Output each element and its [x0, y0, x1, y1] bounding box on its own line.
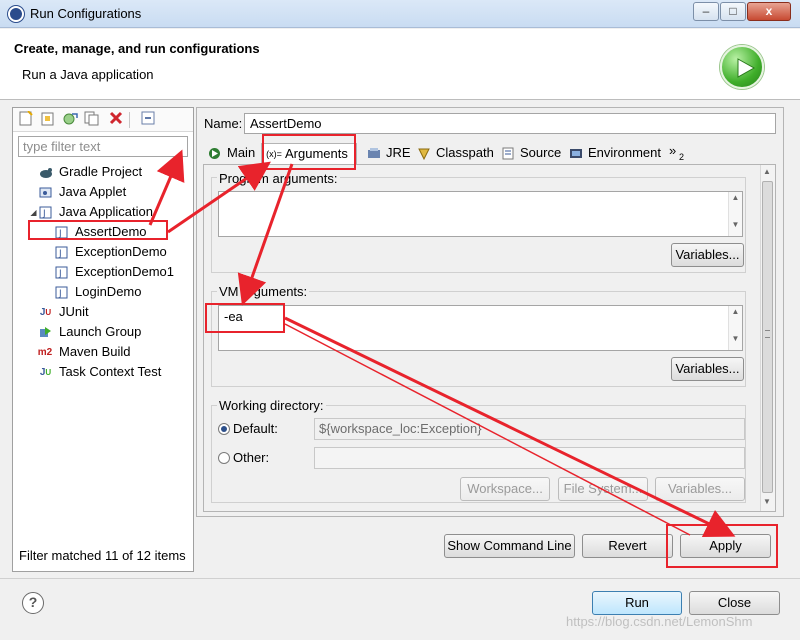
- annotation-arrow: [284, 323, 691, 536]
- annotation-arrow: [284, 316, 736, 538]
- annotation-arrow: [237, 163, 294, 306]
- annotation-arrow: [167, 161, 271, 234]
- annotation-arrows: [148, 149, 736, 538]
- annotation-arrow: [148, 149, 185, 226]
